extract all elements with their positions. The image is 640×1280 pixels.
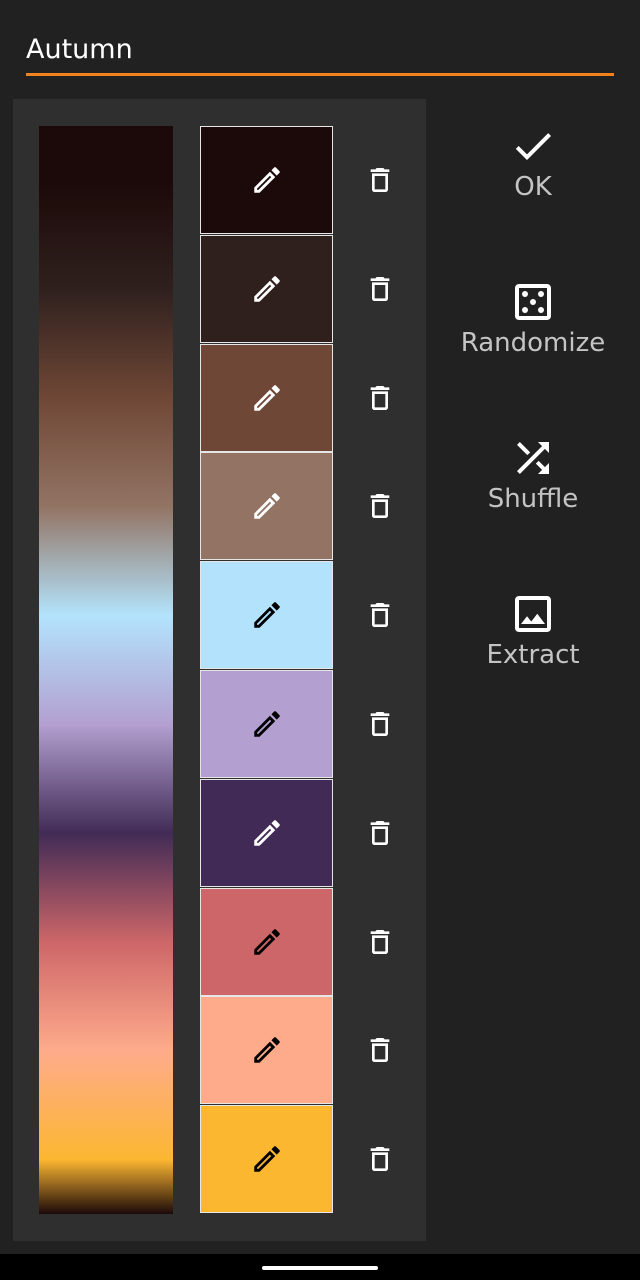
delete-color-button-8[interactable] [360, 922, 400, 962]
pencil-icon[interactable] [250, 272, 284, 306]
pencil-icon[interactable] [250, 816, 284, 850]
system-navigation-bar [0, 1254, 640, 1280]
delete-color-button-9[interactable] [360, 1030, 400, 1070]
trash-icon [364, 164, 396, 196]
delete-color-button-2[interactable] [360, 269, 400, 309]
home-gesture-handle[interactable] [262, 1266, 378, 1270]
delete-color-button-5[interactable] [360, 595, 400, 635]
randomize-label: Randomize [460, 328, 606, 358]
ok-button[interactable]: OK [440, 122, 626, 232]
dice-icon [509, 278, 557, 326]
pencil-icon[interactable] [250, 1142, 284, 1176]
pencil-icon[interactable] [250, 381, 284, 415]
delete-color-button-4[interactable] [360, 486, 400, 526]
image-icon [509, 590, 557, 638]
color-swatch-2[interactable] [200, 235, 333, 343]
trash-icon [364, 273, 396, 305]
randomize-button[interactable]: Randomize [440, 278, 626, 388]
pencil-icon[interactable] [250, 163, 284, 197]
color-swatch-8[interactable] [200, 888, 333, 996]
pencil-icon[interactable] [250, 1033, 284, 1067]
delete-color-button-7[interactable] [360, 813, 400, 853]
shuffle-icon [509, 434, 557, 482]
shuffle-label: Shuffle [487, 484, 579, 514]
color-swatch-6[interactable] [200, 670, 333, 778]
delete-color-button-10[interactable] [360, 1139, 400, 1179]
trash-icon [364, 926, 396, 958]
color-swatch-5[interactable] [200, 561, 333, 669]
trash-icon [364, 817, 396, 849]
delete-color-button-1[interactable] [360, 160, 400, 200]
palette-name-text: Autumn [26, 34, 133, 65]
color-swatch-1[interactable] [200, 126, 333, 234]
trash-icon [364, 599, 396, 631]
ok-label: OK [514, 172, 552, 202]
extract-button[interactable]: Extract [440, 590, 626, 700]
color-swatch-7[interactable] [200, 779, 333, 887]
color-swatch-4[interactable] [200, 452, 333, 560]
pencil-icon[interactable] [250, 707, 284, 741]
delete-color-button-6[interactable] [360, 704, 400, 744]
palette-name-underline [26, 73, 614, 76]
extract-label: Extract [486, 640, 580, 670]
shuffle-button[interactable]: Shuffle [440, 434, 626, 544]
pencil-icon[interactable] [250, 489, 284, 523]
palette-name-field[interactable]: Autumn [26, 30, 614, 76]
trash-icon [364, 1143, 396, 1175]
delete-color-button-3[interactable] [360, 378, 400, 418]
trash-icon [364, 490, 396, 522]
gradient-preview [39, 126, 173, 1214]
color-swatch-3[interactable] [200, 344, 333, 452]
trash-icon [364, 382, 396, 414]
trash-icon [364, 708, 396, 740]
color-swatch-9[interactable] [200, 996, 333, 1104]
trash-icon [364, 1034, 396, 1066]
pencil-icon[interactable] [250, 925, 284, 959]
pencil-icon[interactable] [250, 598, 284, 632]
palette-editor-screen: Autumn OK Randomize Shuffle Extract [0, 0, 640, 1280]
check-icon [509, 122, 557, 170]
color-swatch-10[interactable] [200, 1105, 333, 1213]
